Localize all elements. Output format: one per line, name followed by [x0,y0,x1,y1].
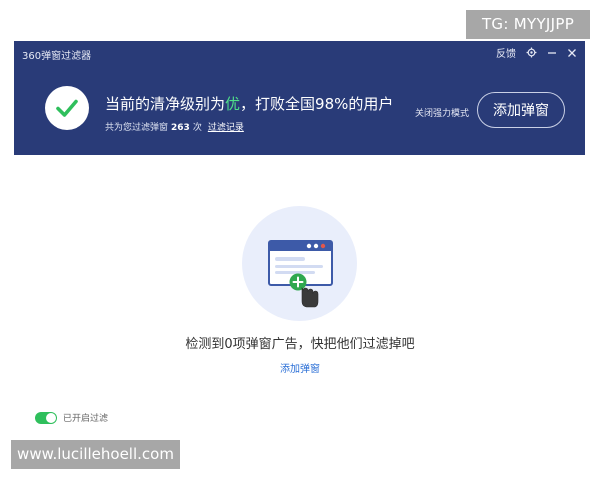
filter-history-link[interactable]: 过滤记录 [208,123,244,133]
window-controls: 反馈 [496,45,577,60]
watermark-site: www.lucillehoell.com [11,440,180,469]
filtered-unit: 次 [192,123,202,133]
app-title: 360弹窗过滤器 [22,51,92,62]
clean-level-value: 优 [225,95,241,113]
feedback-button[interactable]: 反馈 [496,45,516,60]
filter-toggle-label: 已开启过滤 [63,414,109,424]
add-popup-button[interactable]: 添加弹窗 [477,92,565,128]
clean-level-prefix: 当前的清净级别为 [105,95,226,113]
filtered-prefix: 共为您过滤弹窗 [105,123,169,133]
clean-level-suffix: ，打败全国98%的用户 [240,95,394,113]
clean-level-text: 当前的清净级别为优，打败全国98%的用户 [105,93,393,114]
empty-state-text: 检测到0项弹窗广告，快把他们过滤掉吧 [185,337,415,352]
filter-toggle[interactable] [35,412,57,424]
status-header: 360弹窗过滤器 反馈 当前的清净级别为优，打败全国98%的用户 共为您过滤弹窗… [14,41,585,155]
strong-mode-toggle[interactable]: 关闭强力模式 [415,106,469,119]
check-icon [45,86,89,130]
minimize-icon[interactable] [547,48,557,58]
watermark-tg: TG: MYYJJPP [466,10,590,39]
close-icon[interactable] [567,48,577,58]
filtered-summary: 共为您过滤弹窗 263 次过滤记录 [105,120,244,133]
toggle-knob [46,413,56,423]
filtered-count: 263 [171,123,190,133]
popup-illustration [242,206,357,321]
add-popup-link[interactable]: 添加弹窗 [0,360,600,375]
gear-icon[interactable] [526,47,537,58]
